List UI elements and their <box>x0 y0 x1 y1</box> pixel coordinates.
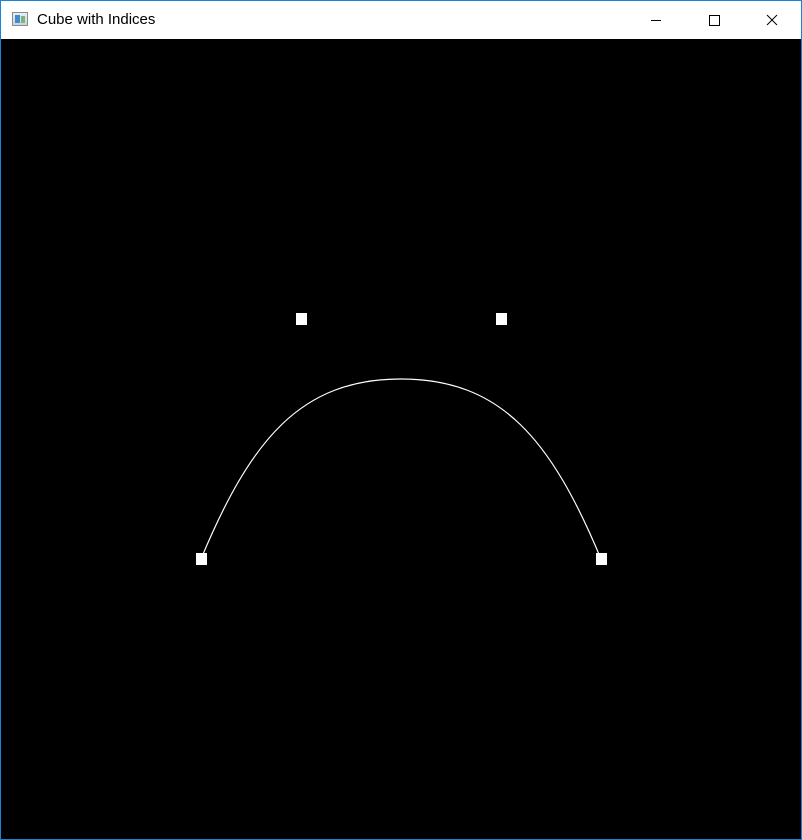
render-viewport[interactable] <box>1 39 801 839</box>
control-point[interactable] <box>296 313 307 325</box>
maximize-button[interactable] <box>685 1 743 39</box>
render-canvas <box>196 313 607 565</box>
maximize-icon <box>709 15 720 26</box>
title-bar[interactable]: Cube with Indices <box>1 1 801 39</box>
minimize-button[interactable] <box>627 1 685 39</box>
app-window-icon <box>12 12 28 26</box>
control-point[interactable] <box>496 313 507 325</box>
minimize-icon <box>651 20 661 21</box>
window-title: Cube with Indices <box>37 11 156 28</box>
bezier-curve <box>200 378 602 560</box>
close-icon <box>766 14 778 26</box>
control-point[interactable] <box>596 553 607 565</box>
close-button[interactable] <box>743 1 801 39</box>
app-window: Cube with Indices <box>0 0 802 840</box>
control-point[interactable] <box>196 553 207 565</box>
